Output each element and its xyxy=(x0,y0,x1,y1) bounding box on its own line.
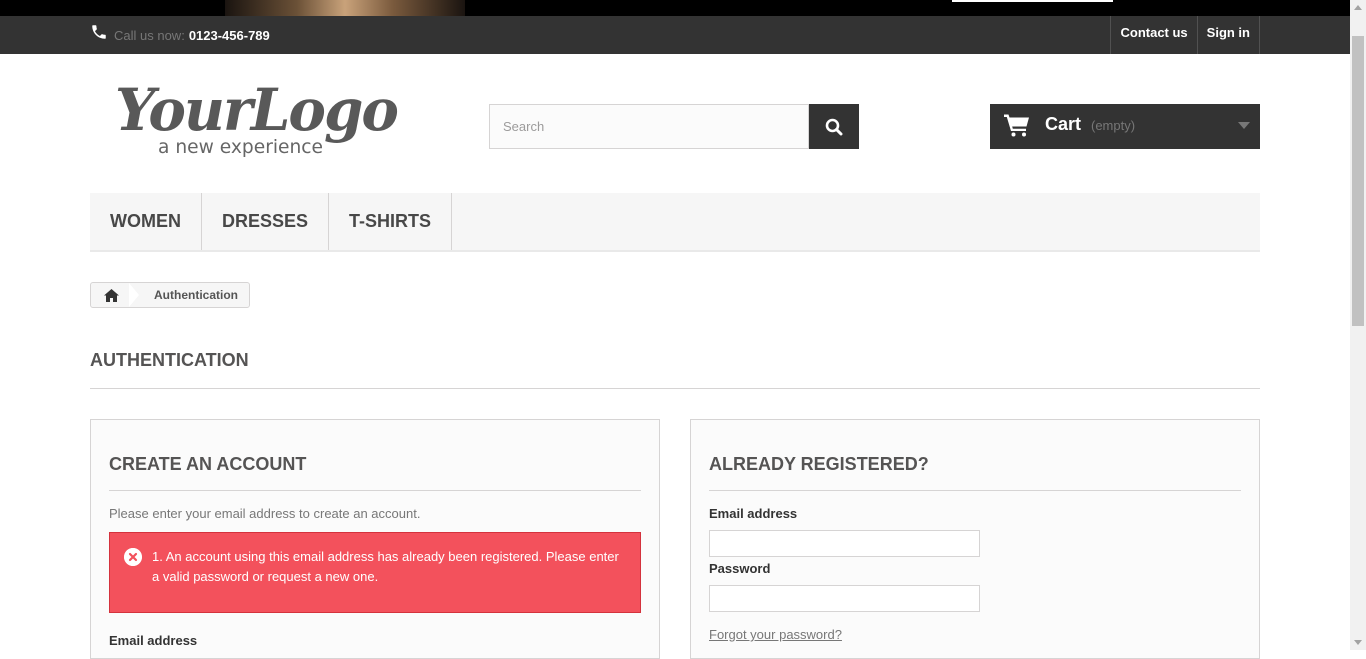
banner-image[interactable] xyxy=(225,0,465,16)
forgot-password-link[interactable]: Forgot your password? xyxy=(709,627,842,642)
login-email-label: Email address xyxy=(709,506,798,521)
page-title: AUTHENTICATION xyxy=(90,346,1260,389)
breadcrumb-current: Authentication xyxy=(154,288,238,302)
scroll-thumb[interactable] xyxy=(1352,36,1364,326)
login-email-field[interactable] xyxy=(709,530,980,557)
create-account-title: CREATE AN ACCOUNT xyxy=(109,454,641,491)
scroll-up-arrow[interactable] xyxy=(1354,5,1362,10)
top-banner[interactable] xyxy=(0,0,1350,16)
sign-in-link[interactable]: Sign in xyxy=(1196,16,1260,54)
cart-button[interactable]: Cart (empty) xyxy=(990,104,1260,149)
phone-icon xyxy=(92,25,106,39)
create-account-intro: Please enter your email address to creat… xyxy=(109,506,421,521)
page-scrollbar[interactable] xyxy=(1350,0,1366,650)
logo-main-text: YourLogo xyxy=(115,76,397,144)
password-field[interactable] xyxy=(709,585,980,612)
home-icon xyxy=(103,288,119,302)
phone-number: 0123-456-789 xyxy=(188,27,270,43)
header-links: Contact us Sign in xyxy=(1110,16,1260,54)
password-label: Password xyxy=(709,561,771,576)
logo-tagline: a new experience xyxy=(158,136,323,158)
shop-phone: Call us now: 0123-456-789 xyxy=(90,16,270,54)
header-nav-bar: Call us now: 0123-456-789 Contact us Sig… xyxy=(0,16,1350,54)
menu-item-dresses[interactable]: DRESSES xyxy=(202,193,330,250)
search-block xyxy=(489,104,859,149)
menu-item-t-shirts[interactable]: T-SHIRTS xyxy=(329,193,453,250)
breadcrumb-separator xyxy=(129,283,139,307)
login-form: ALREADY REGISTERED? Email address Passwo… xyxy=(690,419,1260,659)
cart-status: (empty) xyxy=(1091,118,1136,133)
cart-label: Cart xyxy=(1045,114,1082,134)
chevron-down-icon xyxy=(1238,122,1250,129)
main-menu: WOMEN DRESSES T-SHIRTS xyxy=(90,193,1260,252)
scroll-down-arrow[interactable] xyxy=(1354,640,1362,645)
breadcrumb: Authentication xyxy=(90,282,250,308)
call-label: Call us now: xyxy=(114,27,185,43)
breadcrumb-home[interactable] xyxy=(91,283,139,307)
login-title: ALREADY REGISTERED? xyxy=(709,454,1241,491)
site-logo[interactable]: YourLogo a new experience xyxy=(115,72,405,162)
contact-us-link[interactable]: Contact us xyxy=(1110,16,1196,54)
search-icon xyxy=(825,118,843,135)
error-icon xyxy=(124,548,142,566)
cart-icon xyxy=(1004,114,1029,137)
error-message: 1. An account using this email address h… xyxy=(152,549,619,584)
create-email-label: Email address xyxy=(109,633,198,648)
banner-accent-bar xyxy=(952,0,1113,2)
menu-item-women[interactable]: WOMEN xyxy=(90,193,202,250)
error-alert: 1. An account using this email address h… xyxy=(109,532,641,613)
search-button[interactable] xyxy=(809,104,859,149)
search-input[interactable] xyxy=(489,104,809,149)
create-account-form: CREATE AN ACCOUNT Please enter your emai… xyxy=(90,419,660,659)
